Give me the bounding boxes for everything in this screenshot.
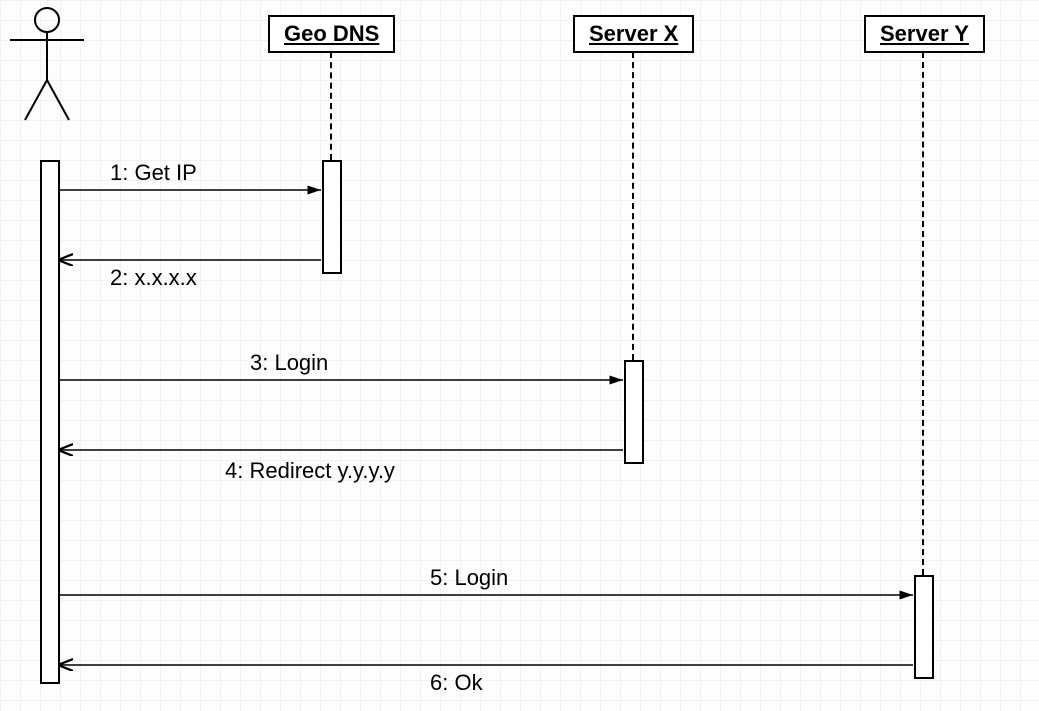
- lifeline-server-x: [632, 52, 634, 360]
- message-3-label: 3: Login: [250, 350, 328, 376]
- lifeline-geo-dns: [330, 52, 332, 160]
- activation-server-x: [624, 360, 644, 464]
- activation-actor: [40, 160, 60, 684]
- participant-server-x: Server X: [573, 15, 694, 53]
- message-1-label: 1: Get IP: [110, 160, 197, 186]
- participant-geo-dns: Geo DNS: [268, 15, 395, 53]
- message-4-label: 4: Redirect y.y.y.y: [225, 458, 395, 484]
- activation-geo-dns: [322, 160, 342, 274]
- participant-label: Server Y: [880, 21, 969, 46]
- lifeline-server-y: [922, 52, 924, 575]
- activation-server-y: [914, 575, 934, 679]
- participant-label: Server X: [589, 21, 678, 46]
- participant-label: Geo DNS: [284, 21, 379, 46]
- message-5-label: 5: Login: [430, 565, 508, 591]
- message-2-label: 2: x.x.x.x: [110, 265, 197, 291]
- background-grid: [0, 0, 1039, 711]
- message-6-label: 6: Ok: [430, 670, 483, 696]
- participant-server-y: Server Y: [864, 15, 985, 53]
